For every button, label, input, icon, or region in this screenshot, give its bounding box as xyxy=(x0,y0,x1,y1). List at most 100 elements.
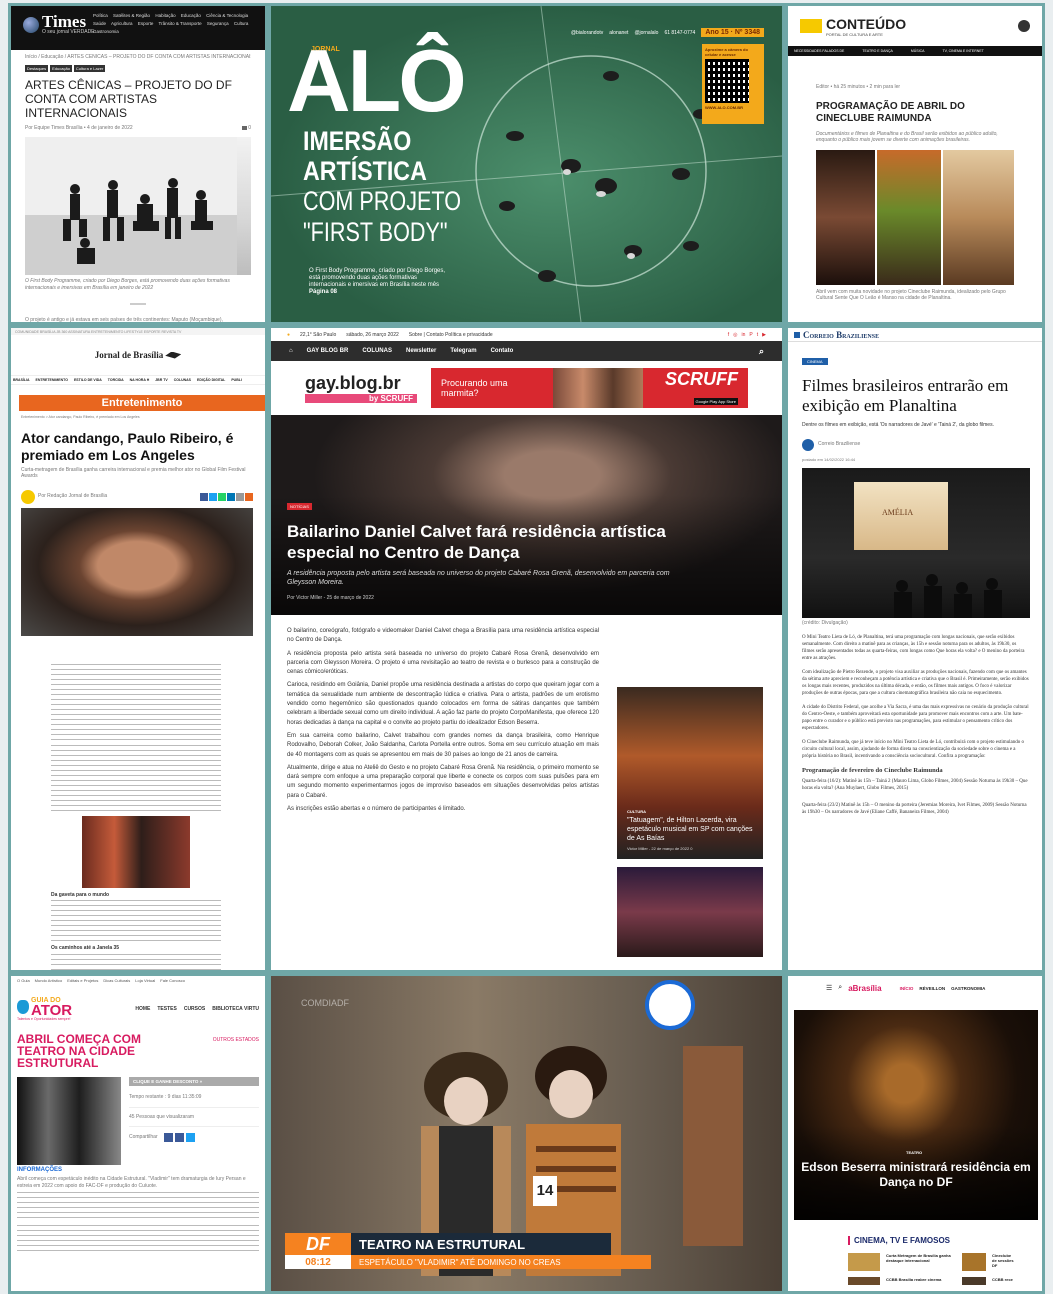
list-item[interactable]: Curta Metragem de Brasília ganha destaqu… xyxy=(886,1253,956,1263)
twitter-icon[interactable] xyxy=(185,1133,195,1142)
nav-item[interactable]: Telegram xyxy=(450,348,476,354)
search-icon[interactable]: ⌕ xyxy=(759,346,764,357)
nav-item[interactable]: Cultura xyxy=(234,21,249,26)
whatsapp-link[interactable]: 61 8147-0774 xyxy=(664,30,695,36)
nav-item[interactable]: TEATRO E DANÇA xyxy=(862,49,892,53)
nav-item[interactable]: BRASÍLIA xyxy=(13,378,30,382)
facebook-icon[interactable]: f xyxy=(728,332,729,338)
list-item[interactable]: CCBB rece xyxy=(992,1277,1016,1282)
email-icon[interactable] xyxy=(163,1133,173,1142)
tag[interactable]: Cultura e Lazer xyxy=(73,64,106,72)
nav-item[interactable]: TORCIDA xyxy=(108,378,124,382)
search-icon[interactable]: ⌕ xyxy=(838,984,842,992)
nav-item[interactable]: Saúde xyxy=(93,21,106,26)
top-link[interactable]: Editais e Projetos xyxy=(67,978,98,983)
nav-item[interactable]: Trânsito & Transporte xyxy=(159,21,202,26)
nav-item[interactable]: Segurança xyxy=(207,21,229,26)
alo-site[interactable]: WWW.ALO.COM.BR xyxy=(705,105,761,110)
nav-item[interactable]: Ciência & Tecnologia xyxy=(206,13,248,18)
scruff-ad[interactable]: Procurando uma marmita? SCRUFF Google Pl… xyxy=(431,368,748,408)
thumb-image[interactable] xyxy=(848,1253,880,1271)
nav-item[interactable]: Esporte xyxy=(138,21,154,26)
nav-item[interactable]: EDIÇÃO DIGITAL xyxy=(197,378,225,382)
related-card[interactable]: CULTURA "Tatuagem", de Hilton Lacerda, v… xyxy=(617,687,763,859)
facebook-icon[interactable] xyxy=(200,492,208,501)
nav-item[interactable]: NECESSIDADES FALADOS DE xyxy=(794,49,844,53)
twitter-icon[interactable] xyxy=(209,492,217,501)
top-link[interactable]: Dicas Culturais xyxy=(103,978,130,983)
youtube-icon[interactable]: ▶ xyxy=(762,332,766,338)
app-store-badges[interactable]: Google Play App Store xyxy=(693,397,738,405)
top-links[interactable]: Sobre | Contato Política e privacidade xyxy=(409,332,493,338)
thumb-image[interactable] xyxy=(848,1277,880,1285)
list-item[interactable]: Cineclube de sessões DF xyxy=(992,1253,1016,1268)
category-tag[interactable]: CINEMA xyxy=(802,358,828,365)
nav-item[interactable]: Habitação xyxy=(155,13,175,18)
dancer-hero-photo[interactable]: TEATRO Edson Beserra ministrará residênc… xyxy=(794,1010,1038,1220)
whatsapp-icon[interactable] xyxy=(218,492,226,501)
nav-item[interactable]: Educação xyxy=(181,13,201,18)
nav-item[interactable]: COLUNAS xyxy=(174,378,191,382)
nav-item[interactable]: CURSOS xyxy=(184,1006,205,1012)
linkedin-icon[interactable] xyxy=(227,492,235,501)
abrasilia-logo[interactable]: aBrasília xyxy=(848,984,881,993)
nav-item[interactable]: BIBLIOTECA VIRTU xyxy=(212,1006,259,1012)
list-item[interactable]: CCBB Brasília reabre cinema xyxy=(886,1277,956,1282)
nav-item[interactable]: COLUNAS xyxy=(362,348,392,354)
user-avatar-icon[interactable] xyxy=(1018,20,1030,32)
nav-item[interactable]: GAY BLOG BR xyxy=(307,348,349,354)
facebook-icon[interactable] xyxy=(174,1133,184,1142)
related-card-image[interactable] xyxy=(617,867,763,957)
tag[interactable]: Destaques xyxy=(25,64,49,72)
category-tag[interactable]: NOTÍCIAS xyxy=(287,503,312,510)
home-icon[interactable]: ⌂ xyxy=(289,348,293,354)
nav-item[interactable]: Satélites & Região xyxy=(113,13,150,18)
top-link[interactable]: Mundo Artístico xyxy=(35,978,63,983)
discount-button[interactable]: CLIQUE E GANHE DESCONTO » xyxy=(129,1077,259,1086)
twitter-icon[interactable]: t xyxy=(757,332,758,338)
nav-item[interactable]: HOME xyxy=(135,1006,150,1012)
gayblog-logo[interactable]: gay.blog.br by SCRUFF xyxy=(305,373,417,403)
facebook-link[interactable]: alonanet xyxy=(609,30,628,36)
jornal-logo[interactable]: Jornal de Brasília xyxy=(11,335,265,375)
nav-item[interactable]: Newsletter xyxy=(406,348,436,354)
instagram-link[interactable]: @jornalalo xyxy=(634,30,658,36)
plus-icon[interactable] xyxy=(245,492,253,501)
pinterest-icon[interactable]: P xyxy=(749,332,752,338)
twitter-link[interactable]: @bialorandotv xyxy=(571,30,603,36)
nav-item[interactable]: TESTES xyxy=(157,1006,176,1012)
tag[interactable]: Educação xyxy=(50,64,72,72)
thumb-image[interactable] xyxy=(962,1277,986,1285)
outros-estados-link[interactable]: OUTROS ESTADOS xyxy=(213,1037,259,1043)
nav-item[interactable]: ENTRETENIMENTO xyxy=(36,378,68,382)
guia-logo[interactable]: GUIA DO ATOR Talentos e Oportunidades se… xyxy=(17,997,99,1021)
nav-item[interactable]: JBR TV xyxy=(155,378,167,382)
alo-qr-box[interactable]: Aproxime a câmera do celular e acesse WW… xyxy=(702,44,764,124)
nav-item[interactable]: NA HORA H xyxy=(130,378,150,382)
section-banner[interactable]: Entretenimento xyxy=(19,395,265,411)
hero-image[interactable]: NOTÍCIAS Bailarino Daniel Calvet fará re… xyxy=(271,415,782,615)
nav-item[interactable]: RÉVEILLON xyxy=(919,986,945,991)
nav-item[interactable]: GASTRONOMIA xyxy=(951,986,985,991)
nav-item[interactable]: Política xyxy=(93,13,108,18)
email-icon[interactable] xyxy=(236,492,244,501)
nav-item[interactable]: Gastronomia xyxy=(93,29,119,34)
nav-item[interactable]: PUBLI xyxy=(231,378,242,382)
nav-item[interactable]: Contato xyxy=(491,348,514,354)
nav-item[interactable]: INÍCIO xyxy=(900,986,914,991)
instagram-icon[interactable]: ◎ xyxy=(733,332,737,338)
nav-item[interactable]: ESTILO DE VIDA xyxy=(74,378,102,382)
nav-item[interactable]: MÚSICA xyxy=(911,49,925,53)
conteudo-logo[interactable]: CONTEÚDO PORTAL DE CULTURA E ARTE xyxy=(800,16,906,37)
top-link[interactable]: O Guia xyxy=(17,978,30,983)
correio-logo[interactable]: Correio Braziliense xyxy=(803,330,879,340)
comment-icon[interactable] xyxy=(242,125,248,130)
menu-icon[interactable]: ☰ xyxy=(826,984,832,992)
nav-item[interactable]: Agricultura xyxy=(111,21,133,26)
nav-item[interactable]: TV, CINEMA E INTERNET xyxy=(942,49,983,53)
times-logo[interactable]: Times O seu jornal VERDADE xyxy=(23,13,95,35)
top-link[interactable]: Fale Conosco xyxy=(160,978,185,983)
top-link[interactable]: Loja Virtual xyxy=(135,978,155,983)
linkedin-icon[interactable]: in xyxy=(742,332,746,338)
thumb-image[interactable] xyxy=(962,1253,986,1271)
